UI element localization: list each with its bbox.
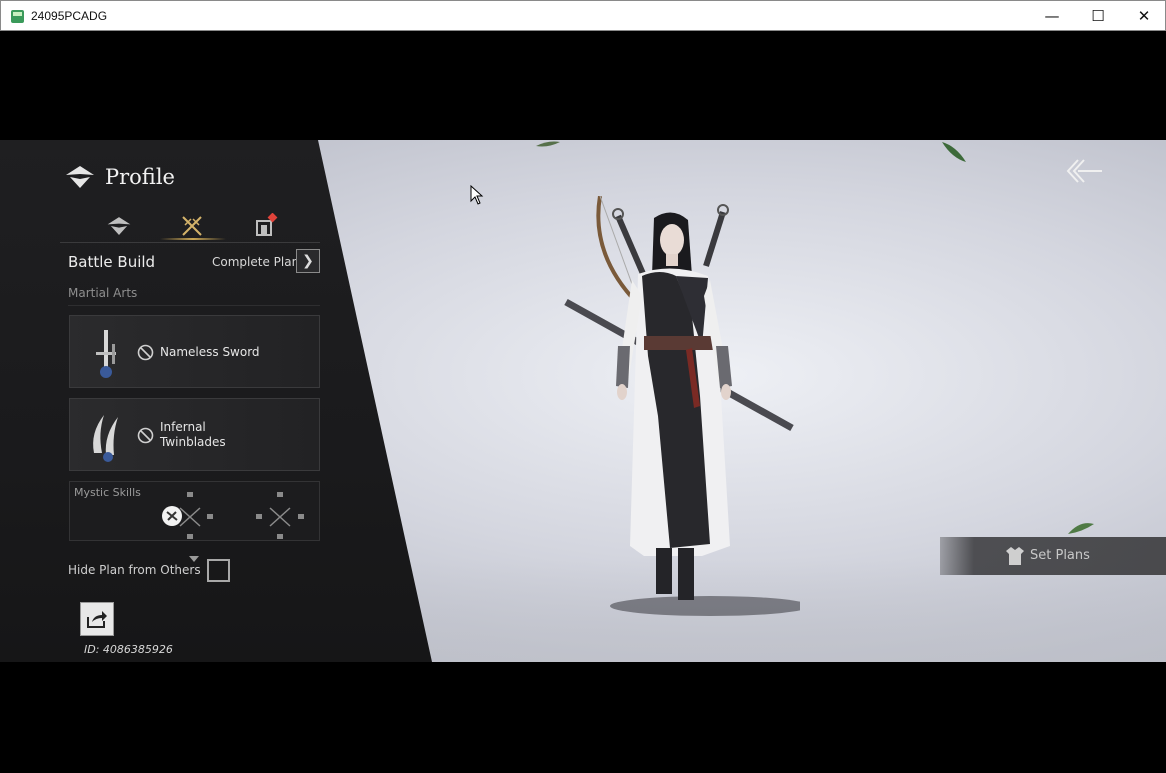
letterbox-top	[0, 31, 1166, 140]
character-model	[564, 196, 800, 616]
sword-icon	[96, 330, 116, 378]
hide-plan-checkbox[interactable]	[207, 559, 230, 582]
close-button[interactable]: ✕	[1121, 1, 1166, 31]
player-id: ID: 4086385926	[84, 643, 173, 656]
banner-icon	[256, 213, 278, 236]
mystic-skill-group-2-icon	[256, 492, 304, 539]
disabled-icon	[137, 344, 154, 361]
hide-plan-label: Hide Plan from Others	[68, 563, 201, 577]
section-title: Battle Build	[68, 253, 156, 271]
divider	[60, 242, 320, 243]
tab-banner[interactable]	[245, 212, 285, 240]
disabled-icon	[137, 427, 154, 444]
profile-emblem-icon	[107, 217, 131, 235]
twinblades-icon	[93, 415, 118, 462]
tab-profile[interactable]	[99, 212, 139, 240]
set-plans-button[interactable]: Set Plans	[940, 537, 1166, 575]
outfit-icon	[1006, 547, 1024, 565]
caret-down-icon	[189, 556, 199, 562]
maximize-button[interactable]: ☐	[1075, 1, 1121, 31]
complete-plan-label[interactable]: Complete Plan	[212, 255, 299, 269]
app-icon	[11, 10, 24, 23]
divider	[68, 305, 320, 306]
profile-emblem-icon	[66, 166, 94, 188]
profile-panel: Profile Battle Build Complete Plan ❯ Mar…	[0, 140, 432, 662]
chevron-right-icon: ❯	[302, 253, 314, 269]
martial-art-slot-2[interactable]: Infernal Twinblades	[69, 398, 320, 471]
active-tab-indicator	[160, 238, 226, 240]
back-arrow-icon[interactable]	[1064, 156, 1104, 186]
leaf-decoration	[1068, 523, 1094, 534]
mystic-skills-panel[interactable]: Mystic Skills	[69, 481, 320, 541]
letterbox-bottom	[0, 662, 1166, 773]
martial-art-slot-1[interactable]: Nameless Sword	[69, 315, 320, 388]
set-plans-label: Set Plans	[1030, 548, 1090, 563]
mystic-skills-label: Mystic Skills	[74, 486, 141, 499]
martial-art-name: Infernal Twinblades	[160, 420, 226, 449]
martial-art-name: Nameless Sword	[160, 345, 260, 359]
window-title: 24095PCADG	[31, 9, 108, 23]
crossed-swords-icon	[182, 216, 202, 236]
subsection-title: Martial Arts	[68, 286, 138, 300]
panel-title: Profile	[105, 165, 175, 189]
window-titlebar: 24095PCADG — ☐ ✕	[0, 0, 1166, 31]
minimize-button[interactable]: —	[1029, 1, 1075, 31]
share-button[interactable]	[80, 602, 114, 636]
tab-battle-build[interactable]	[172, 212, 212, 240]
leaf-decoration	[536, 141, 560, 147]
mystic-skill-group-1-icon	[162, 492, 213, 539]
complete-plan-button[interactable]: ❯	[296, 249, 320, 273]
game-viewport: Profile Battle Build Complete Plan ❯ Mar…	[0, 140, 1166, 662]
share-icon	[87, 611, 107, 628]
mouse-cursor-icon	[470, 185, 484, 205]
leaf-decoration	[942, 142, 966, 162]
